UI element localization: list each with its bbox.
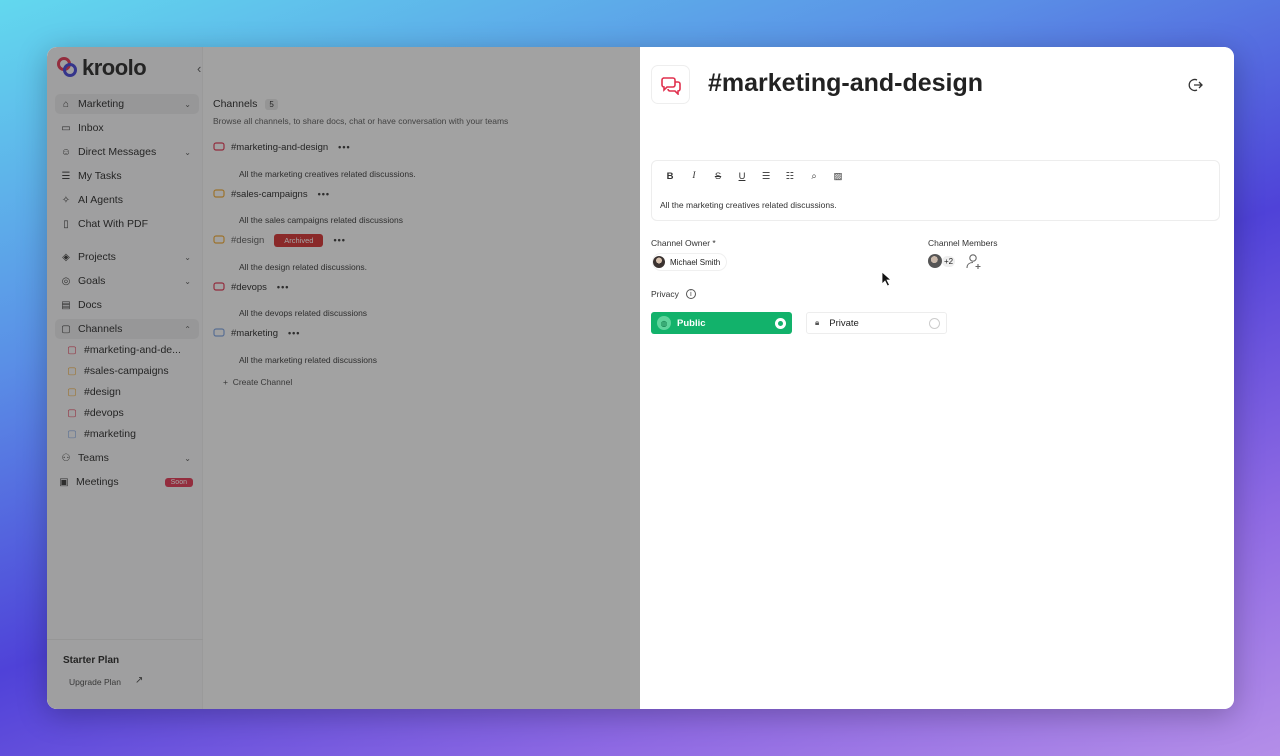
radio-unselected[interactable] bbox=[929, 317, 940, 329]
private-label: Private bbox=[829, 317, 859, 329]
add-member-icon[interactable] bbox=[965, 252, 983, 270]
privacy-label: Privacy bbox=[651, 289, 679, 299]
lock-icon: 🔒︎ bbox=[815, 318, 820, 327]
app-background: kroolo ‹ ⌂ Marketing ⌄ ▭ Inbox ☺ Direct … bbox=[47, 47, 640, 709]
avatar bbox=[928, 254, 942, 268]
numbered-list-icon[interactable]: ☷ bbox=[784, 171, 796, 182]
avatar bbox=[653, 256, 665, 268]
radio-selected[interactable] bbox=[775, 317, 786, 329]
channel-title[interactable]: #marketing-and-design bbox=[708, 69, 983, 98]
channel-owner-label: Channel Owner * bbox=[651, 238, 716, 248]
editor-toolbar: B I S U ☰ ☷ ⌕ ▨ bbox=[664, 171, 844, 182]
description-editor[interactable]: B I S U ☰ ☷ ⌕ ▨ All the marketing creati… bbox=[651, 160, 1220, 221]
strikethrough-button[interactable]: S bbox=[712, 171, 724, 182]
description-text[interactable]: All the marketing creatives related disc… bbox=[660, 200, 837, 210]
members-more-count: +2 bbox=[942, 255, 956, 267]
exit-icon[interactable] bbox=[1188, 77, 1204, 93]
bullet-list-icon[interactable]: ☰ bbox=[760, 171, 772, 182]
image-icon[interactable]: ▨ bbox=[832, 171, 844, 182]
owner-name: Michael Smith bbox=[670, 257, 721, 267]
privacy-public-option[interactable]: ◍ Public bbox=[651, 312, 792, 334]
globe-icon: ◍ bbox=[657, 316, 671, 330]
underline-button[interactable]: U bbox=[736, 171, 748, 182]
public-label: Public bbox=[677, 317, 706, 329]
channel-members-label: Channel Members bbox=[928, 238, 998, 248]
attachment-icon[interactable]: ⌕ bbox=[808, 171, 820, 182]
info-icon[interactable]: i bbox=[685, 289, 696, 299]
channel-detail-panel: #marketing-and-design B I S U ☰ ☷ ⌕ ▨ Al… bbox=[640, 47, 1234, 709]
modal-overlay[interactable] bbox=[47, 47, 640, 709]
privacy-private-option[interactable]: 🔒︎ Private bbox=[806, 312, 947, 334]
bold-button[interactable]: B bbox=[664, 171, 676, 182]
channel-owner-selector[interactable]: Michael Smith bbox=[653, 254, 726, 270]
mouse-cursor-icon bbox=[881, 271, 893, 287]
app-window: kroolo ‹ ⌂ Marketing ⌄ ▭ Inbox ☺ Direct … bbox=[47, 47, 1234, 709]
channel-members[interactable]: +2 bbox=[928, 252, 983, 270]
privacy-label-row: Privacy i bbox=[651, 289, 696, 299]
italic-button[interactable]: I bbox=[688, 171, 700, 182]
channel-chat-icon bbox=[651, 65, 690, 104]
